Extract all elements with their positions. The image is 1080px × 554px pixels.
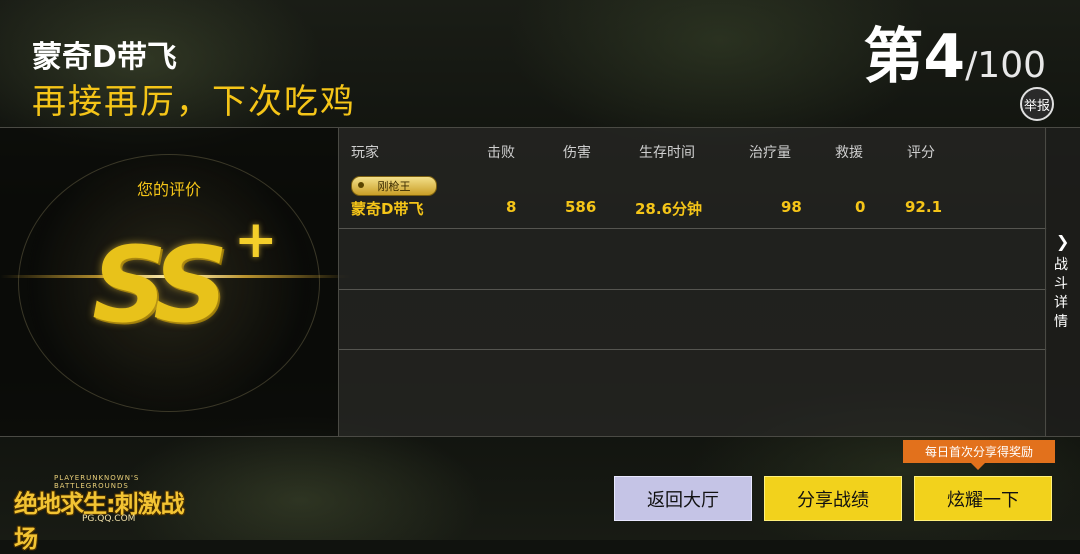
report-button[interactable]: 举报 bbox=[1020, 87, 1054, 121]
rank-value: 第4 bbox=[863, 22, 966, 92]
col-rescues: 救援 bbox=[835, 145, 863, 161]
grade-panel: 您的评价 SS + bbox=[0, 128, 350, 436]
grade-plus: + bbox=[234, 210, 278, 270]
row-kills: 8 bbox=[506, 198, 517, 216]
row-healing: 98 bbox=[781, 198, 802, 216]
return-lobby-button[interactable]: 返回大厅 bbox=[614, 476, 752, 521]
stats-header-row: 玩家 击败 伤害 生存时间 治疗量 救援 评分 bbox=[339, 142, 1047, 162]
share-record-button[interactable]: 分享战绩 bbox=[764, 476, 902, 521]
col-damage: 伤害 bbox=[563, 145, 591, 161]
share-reward-tooltip: 每日首次分享得奖励 bbox=[903, 440, 1055, 470]
battle-details-tab[interactable]: ❯ 战斗详情 bbox=[1045, 128, 1080, 436]
grade-label: 您的评价 bbox=[136, 180, 201, 199]
chevron-right-icon: ❯ bbox=[1056, 232, 1070, 251]
footer-divider bbox=[0, 436, 1080, 437]
row-survival: 28.6分钟 bbox=[635, 200, 703, 218]
battle-details-label: 战斗详情 bbox=[1054, 257, 1068, 330]
row-player: 蒙奇D带飞 bbox=[351, 200, 424, 218]
col-survival: 生存时间 bbox=[639, 145, 695, 161]
col-score: 评分 bbox=[907, 145, 935, 161]
col-kills: 击败 bbox=[487, 145, 515, 161]
table-row: 蒙奇D带飞 8 586 28.6分钟 98 0 92.1 bbox=[339, 198, 1047, 218]
show-off-button[interactable]: 炫耀一下 bbox=[914, 476, 1052, 521]
col-player: 玩家 bbox=[351, 145, 379, 161]
stats-table: 玩家 击败 伤害 生存时间 治疗量 救援 评分 刚枪王 蒙奇D带飞 8 586 … bbox=[338, 128, 1047, 436]
row-divider bbox=[339, 228, 1047, 229]
result-slogan: 再接再厉，下次吃鸡 bbox=[32, 82, 356, 122]
grade-value: SS bbox=[92, 224, 228, 346]
row-divider bbox=[339, 349, 1047, 350]
row-divider bbox=[339, 289, 1047, 290]
rank-total: /100 bbox=[965, 45, 1046, 86]
player-name: 蒙奇D带飞 bbox=[32, 40, 177, 75]
title-badge: 刚枪王 bbox=[351, 176, 437, 196]
game-logo: PLAYERUNKNOWN'S BATTLEGROUNDS 绝地求生:刺激战场 … bbox=[14, 474, 200, 553]
logo-url: PG.QQ.COM bbox=[82, 514, 136, 524]
row-rescues: 0 bbox=[855, 198, 866, 216]
row-score: 92.1 bbox=[905, 198, 943, 216]
row-damage: 586 bbox=[565, 198, 597, 216]
col-healing: 治疗量 bbox=[749, 145, 791, 161]
rank-display: 第4 /100 bbox=[863, 8, 1046, 95]
